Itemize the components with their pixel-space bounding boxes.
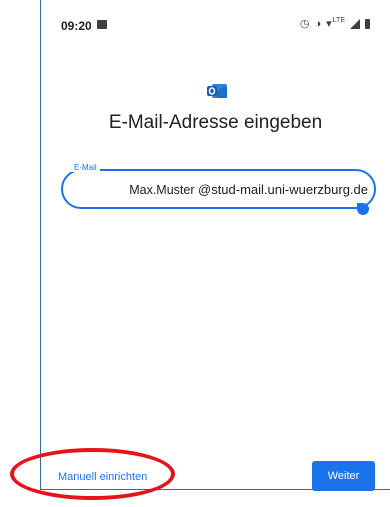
lte-icon: LTE	[332, 17, 345, 24]
status-bar: 09:20 ◷ ◑ ▾ LTE	[41, 0, 390, 38]
battery-icon	[365, 18, 370, 29]
manual-setup-link[interactable]: Manuell einrichten	[58, 471, 147, 483]
vibrate-icon: ◑	[314, 17, 322, 30]
email-domain: @stud-mail.uni-wuerzburg.de	[198, 182, 368, 197]
wifi-icon: ▾	[326, 18, 332, 30]
alarm-icon: ◷	[299, 18, 310, 30]
page-title: E-Mail-Adresse eingeben	[108, 112, 323, 133]
email-field-label: E-Mail	[71, 163, 100, 172]
status-time: 09:20	[61, 19, 92, 33]
email-field-value: Max.Muster @stud-mail.uni-wuerzburg.de	[129, 182, 368, 197]
email-field[interactable]: E-Mail Max.Muster @stud-mail.uni-wuerzbu…	[61, 163, 376, 209]
next-button[interactable]: Weiter	[312, 461, 375, 491]
outlook-logo-icon	[207, 84, 227, 98]
status-icons: ◷ ◑ ▾ LTE	[300, 17, 370, 30]
phone-screen: 09:20 ◷ ◑ ▾ LTE E-Mail-Adresse eingeben …	[40, 0, 390, 491]
signal-icon	[350, 18, 360, 29]
image-icon	[97, 20, 107, 29]
email-user: Max.Muster	[129, 183, 195, 197]
text-cursor-handle[interactable]	[357, 203, 369, 215]
